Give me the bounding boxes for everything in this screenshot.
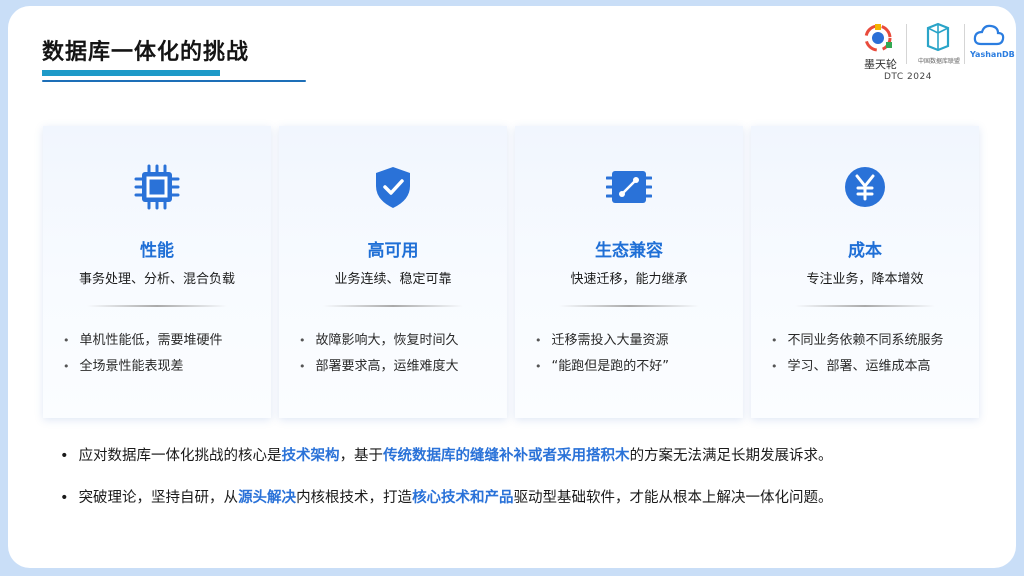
db-alliance-logo-icon [926,22,950,52]
list-item: 迁移需投入大量资源 [535,328,669,354]
statement-2: • 突破理论，坚持自研，从源头解决内核根技术，打造核心技术和产品驱动型基础软件，才… [60,486,833,507]
motianlun-label: 墨天轮 [864,58,897,71]
migration-board-icon [606,171,652,203]
card-title: 成本 [848,241,882,261]
list-item: 单机性能低，需要堆硬件 [63,328,223,354]
logo-divider [964,24,965,64]
bullet-dot: • [60,490,69,506]
card-title: 高可用 [367,241,419,261]
statement-highlight: 核心技术和产品 [412,490,514,506]
statement-text: 内核根技术，打造 [296,490,413,506]
card-divider [87,305,227,307]
list-item: 不同业务依赖不同系统服务 [771,328,944,354]
title-accent-bar [42,70,220,76]
statement-text: 突破理论，坚持自研，从 [78,490,239,506]
bullet-dot: • [60,448,69,464]
card-divider [559,305,699,307]
card-bullets: 故障影响大，恢复时间久 部署要求高，运维难度大 [299,328,459,380]
shield-check-icon [376,167,410,208]
statement-highlight: 技术架构 [281,448,340,464]
yashandb-label: YashanDB [970,50,1015,59]
card-subtitle: 快速迁移，能力继承 [570,272,688,287]
card-subtitle: 业务连续、稳定可靠 [334,272,452,287]
card-performance: 性能 事务处理、分析、混合负载 单机性能低，需要堆硬件 全场景性能表现差 [43,126,271,418]
title-underline [42,80,306,82]
list-item: 学习、部署、运维成本高 [771,354,944,380]
card-title: 生态兼容 [595,241,663,261]
card-divider [795,305,935,307]
card-bullets: 不同业务依赖不同系统服务 学习、部署、运维成本高 [771,328,944,380]
card-divider [323,305,463,307]
yen-icon [845,167,885,207]
statement-text: 应对数据库一体化挑战的核心是 [78,448,282,464]
card-bullets: 单机性能低，需要堆硬件 全场景性能表现差 [63,328,223,380]
logo-group: 墨天轮 中国数据库联盟 YashanDB DTC 2024 [854,18,1015,88]
statement-1: • 应对数据库一体化挑战的核心是技术架构，基于传统数据库的缝缝补补或者采用搭积木的… [60,444,833,465]
list-item: “能跑但是跑的不好” [535,354,669,380]
page-title: 数据库一体化的挑战 [42,40,250,65]
statement-highlight: 传统数据库的缝缝补补或者采用搭积木 [383,448,630,464]
card-bullets: 迁移需投入大量资源 “能跑但是跑的不好” [535,328,669,380]
card-cost: 成本 专注业务，降本增效 不同业务依赖不同系统服务 学习、部署、运维成本高 [751,126,979,418]
logo-divider [906,24,907,64]
yashandb-cloud-icon [973,24,1005,46]
card-subtitle: 事务处理、分析、混合负载 [78,272,235,287]
slide: 数据库一体化的挑战 墨天轮 中国数据库联盟 YashanDB DTC 2024 [8,6,1016,568]
statement-text: 的方案无法满足长期发展诉求。 [629,448,833,464]
list-item: 全场景性能表现差 [63,354,223,380]
card-high-availability: 高可用 业务连续、稳定可靠 故障影响大，恢复时间久 部署要求高，运维难度大 [279,126,507,418]
card-ecosystem-compat: 生态兼容 快速迁移，能力继承 迁移需投入大量资源 “能跑但是跑的不好” [515,126,743,418]
list-item: 部署要求高，运维难度大 [299,354,459,380]
db-alliance-label: 中国数据库联盟 [918,58,961,65]
statement-text: ，基于 [339,448,384,464]
statement-text: 驱动型基础软件，才能从根本上解决一体化问题。 [513,490,833,506]
statement-highlight: 源头解决 [238,490,297,506]
card-subtitle: 专注业务，降本增效 [806,272,924,287]
event-label: DTC 2024 [884,72,932,82]
chip-icon [134,164,180,210]
card-title: 性能 [140,241,174,261]
motianlun-logo-icon [864,24,892,52]
list-item: 故障影响大，恢复时间久 [299,328,459,354]
